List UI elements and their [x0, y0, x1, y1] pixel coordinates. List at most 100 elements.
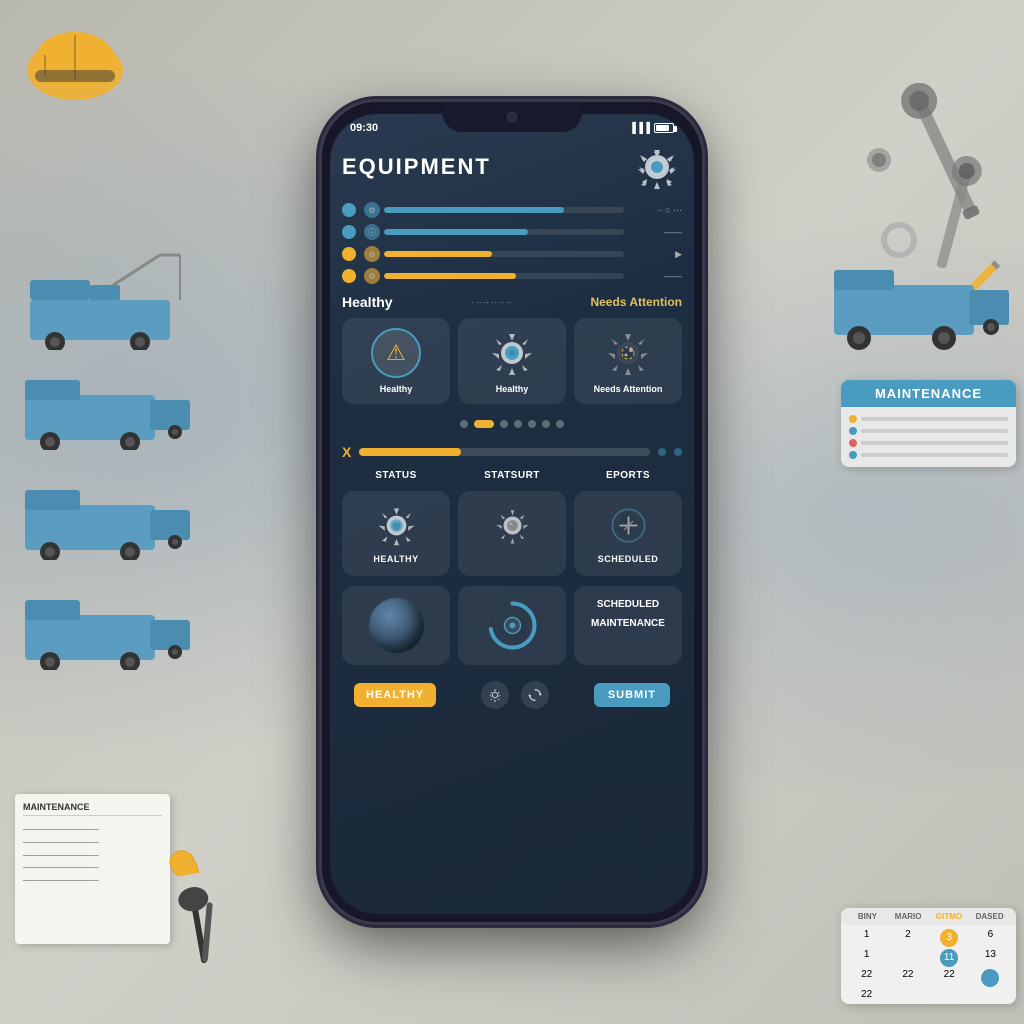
- maint-row-2: [849, 427, 1008, 435]
- circular-progress-card[interactable]: [458, 586, 566, 665]
- eq-bar-4: [384, 273, 624, 279]
- page-dot-7[interactable]: [556, 420, 564, 428]
- maint-row-4: [849, 451, 1008, 459]
- eq-row-1: ⚙ ·· ○ ···: [342, 202, 682, 218]
- top-cards-grid: ⚠ Healthy Healthy: [342, 318, 682, 404]
- bottom-cards-row1: Healthy: [342, 491, 682, 576]
- time-display: 09:30: [350, 122, 378, 134]
- orb-card[interactable]: [342, 586, 450, 665]
- header-gear-icon: [632, 142, 682, 192]
- eports-header-label: EPORTS: [574, 470, 682, 481]
- statsurt-header-label: STATSURT: [458, 470, 566, 481]
- footer-icon-1[interactable]: [481, 681, 509, 709]
- statsurt-gear-icon: [490, 503, 535, 548]
- page-dot-3[interactable]: [500, 420, 508, 428]
- card-1-label: Healthy: [380, 384, 413, 394]
- card-3-worn-gear-icon: [603, 328, 653, 378]
- progress-track[interactable]: [359, 448, 650, 456]
- page-dot-5[interactable]: [528, 420, 536, 428]
- eq-icon-4: ⚙: [364, 268, 380, 284]
- eq-row-3: ⚙ ▶: [342, 246, 682, 262]
- needs-attention-header: Needs Attention: [590, 295, 682, 309]
- truck-2: [20, 480, 200, 560]
- page-dot-1[interactable]: [460, 420, 468, 428]
- footer-icons: [481, 681, 549, 709]
- status-header-row: Healthy · ·· ·· ·· ·· ·· Needs Attention: [342, 294, 682, 310]
- settings-icon: [487, 687, 503, 703]
- phone-frame: 09:30 ▐▐▐ EQUIPMENT: [322, 102, 702, 922]
- refresh-icon: [527, 687, 543, 703]
- trucks-left: [10, 150, 210, 550]
- app-title: EQUIPMENT: [342, 154, 491, 180]
- scheduled-maintenance-card[interactable]: SCHEDULED MAINTENANCE: [574, 586, 682, 665]
- battery-icon: [654, 123, 674, 133]
- pagination-bar: [342, 414, 682, 434]
- statsurt-card[interactable]: [458, 491, 566, 576]
- eq-bar-fill-2: [384, 229, 528, 235]
- maint-row-1: [849, 415, 1008, 423]
- warning-icon: ⚠: [371, 328, 421, 378]
- page-dot-2-active[interactable]: [474, 420, 494, 428]
- page-dot-4[interactable]: [514, 420, 522, 428]
- card-2-label: Healthy: [496, 384, 529, 394]
- card-3[interactable]: Needs Attention: [574, 318, 682, 404]
- eq-label-4: ——: [632, 271, 682, 281]
- maint-row-3: [849, 439, 1008, 447]
- battery-fill: [656, 125, 669, 131]
- card-2[interactable]: Healthy: [458, 318, 566, 404]
- maint-card-title: MAINTENANCE: [841, 380, 1016, 407]
- eports-link-icon: [606, 503, 651, 548]
- truck-1: [20, 370, 200, 450]
- eq-dot-1: [342, 203, 356, 217]
- progress-end-dot-1: [658, 448, 666, 456]
- id-text: · ·· ·· ·· ·· ··: [471, 298, 511, 307]
- card-2-gear-icon: [487, 328, 537, 378]
- healthy-badge[interactable]: HEALTHY: [354, 683, 436, 707]
- cal-header: BINY MARIO GITMO DASED: [841, 908, 1016, 925]
- progress-end-dot-2: [674, 448, 682, 456]
- bottom-headers: STATUS STATSURT EPORTS: [342, 470, 682, 485]
- card-1[interactable]: ⚠ Healthy: [342, 318, 450, 404]
- phone-notch: [442, 102, 582, 132]
- footer-bar: HEALTHY: [342, 673, 682, 717]
- cal-body: 1 2 3 6 1 11 13 22 22 22 22: [841, 925, 1016, 1004]
- eq-bar-fill-3: [384, 251, 492, 257]
- eq-bar-fill-1: [384, 207, 564, 213]
- eq-row-2: ⓘ ——: [342, 224, 682, 240]
- equipment-list: ⚙ ·· ○ ··· ⓘ: [342, 202, 682, 284]
- helmet-decoration: [25, 15, 125, 105]
- eq-bar-2: [384, 229, 624, 235]
- maintenance-note-left: MAINTENANCE _________________ __________…: [15, 794, 170, 944]
- eq-bar-fill-4: [384, 273, 516, 279]
- footer-icon-2[interactable]: [521, 681, 549, 709]
- maintenance-card-right: MAINTENANCE: [841, 380, 1016, 467]
- note-lines: _________________ _________________ ____…: [23, 820, 162, 884]
- status-gear-icon: [374, 503, 419, 548]
- large-bottom-row: SCHEDULED MAINTENANCE: [342, 586, 682, 665]
- truck-right: [829, 260, 1019, 350]
- progress-row: X: [342, 444, 682, 460]
- crane-truck: [20, 250, 210, 350]
- phone-screen: 09:30 ▐▐▐ EQUIPMENT: [330, 114, 694, 914]
- orb-icon: [369, 598, 424, 653]
- submit-button[interactable]: SUBMIT: [594, 683, 670, 707]
- page-dot-6[interactable]: [542, 420, 550, 428]
- status-card[interactable]: Healthy: [342, 491, 450, 576]
- eports-card-label: Scheduled: [598, 554, 659, 564]
- status-icons: ▐▐▐: [629, 123, 674, 134]
- eq-label-1: ·· ○ ···: [632, 205, 682, 215]
- eports-card[interactable]: Scheduled: [574, 491, 682, 576]
- scheduled-line2: MAINTENANCE: [591, 617, 665, 630]
- truck-3: [20, 590, 200, 670]
- healthy-header: Healthy: [342, 294, 393, 310]
- eq-dot-2: [342, 225, 356, 239]
- eq-bar-3: [384, 251, 624, 257]
- eq-row-4: ⚙ ——: [342, 268, 682, 284]
- scheduled-line1: SCHEDULED: [597, 598, 659, 611]
- progress-x-label: X: [342, 444, 351, 460]
- signal-icon: ▐▐▐: [629, 123, 650, 134]
- calendar-bottom-right: BINY MARIO GITMO DASED 1 2 3 6 1 11 13 2…: [841, 908, 1016, 1004]
- eq-dot-4: [342, 269, 356, 283]
- screen-content[interactable]: EQUIPMENT ⚙: [330, 134, 694, 904]
- eq-bar-1: [384, 207, 624, 213]
